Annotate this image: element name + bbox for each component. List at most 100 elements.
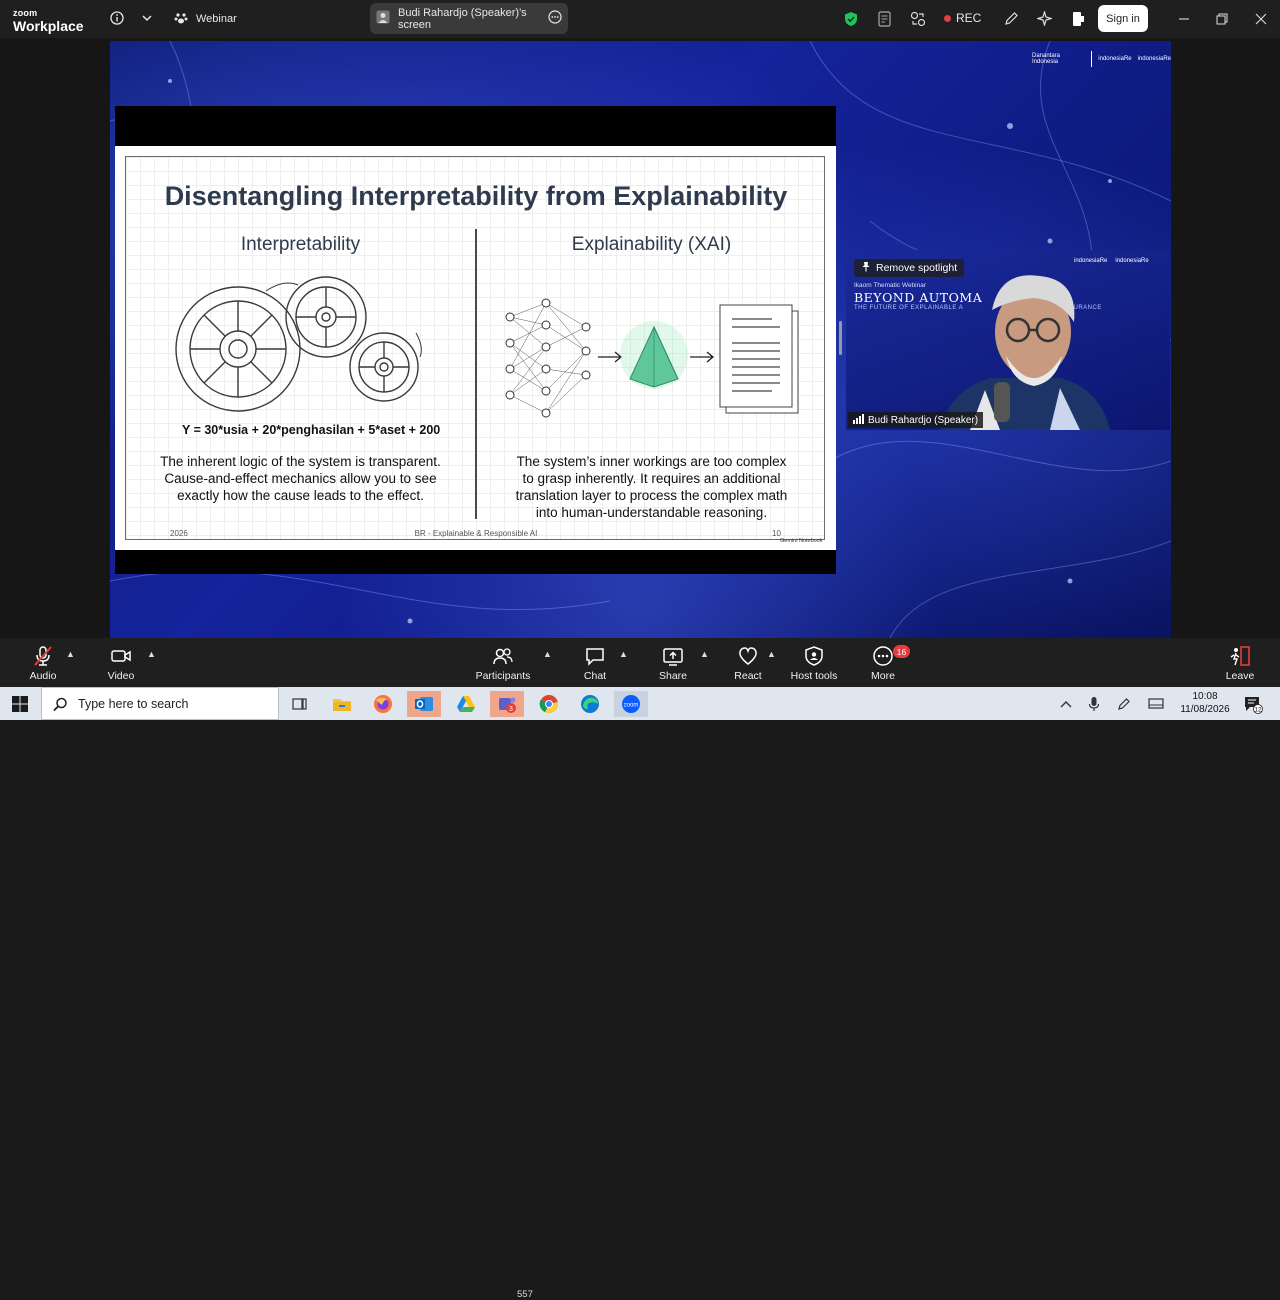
windows-start-icon[interactable] bbox=[3, 691, 37, 717]
left-body-line-1: The inherent logic of the system is tran… bbox=[160, 454, 441, 469]
leave-button[interactable]: Leave bbox=[1225, 645, 1255, 682]
zoom-app-icon[interactable]: zoom bbox=[614, 691, 648, 717]
chrome-icon[interactable] bbox=[532, 691, 566, 717]
chevron-down-icon[interactable] bbox=[140, 10, 154, 26]
react-options-caret[interactable]: ▲ bbox=[767, 649, 776, 659]
interpretability-heading: Interpretability bbox=[240, 234, 361, 255]
show-hidden-icons-caret[interactable] bbox=[1052, 691, 1080, 717]
share-options-caret[interactable]: ▲ bbox=[700, 649, 709, 659]
pen-tray-icon[interactable] bbox=[1111, 691, 1137, 717]
pin-icon bbox=[861, 261, 871, 275]
search-placeholder: Type here to search bbox=[78, 696, 189, 711]
right-body-line-1: The system’s inner workings are too comp… bbox=[516, 454, 787, 469]
notes-icon[interactable] bbox=[877, 10, 894, 27]
more-dots-icon bbox=[873, 646, 893, 666]
participants-button[interactable]: Participants bbox=[474, 645, 532, 682]
danantara-logo: Danantara Indonesia bbox=[1032, 53, 1061, 65]
notebook-watermark: Gemini Notebook bbox=[780, 538, 823, 544]
speaker-video-tile[interactable]: indonesiaRe indonesiaRe Ikaom Thematic W… bbox=[846, 250, 1170, 430]
video-options-caret[interactable]: ▲ bbox=[147, 649, 156, 659]
share-screen-icon bbox=[663, 648, 683, 666]
layout-switch-icon[interactable] bbox=[909, 10, 926, 27]
gears-icon bbox=[175, 276, 422, 412]
speaker-logo-2: indonesiaRe bbox=[1115, 258, 1149, 264]
meeting-controls-toolbar: Audio ▲ Video ▲ Participants 557 ▲ Chat … bbox=[0, 638, 1280, 1300]
taskbar-search-box[interactable]: Type here to search bbox=[41, 687, 279, 720]
microphone-tray-icon[interactable] bbox=[1081, 691, 1107, 717]
video-button[interactable]: Video bbox=[106, 645, 136, 682]
google-drive-icon[interactable] bbox=[449, 691, 483, 717]
sign-in-button[interactable]: Sign in bbox=[1098, 5, 1148, 32]
rec-dot-icon bbox=[944, 14, 951, 22]
ai-companion-icon[interactable] bbox=[1036, 10, 1053, 27]
svg-text:zoom: zoom bbox=[624, 703, 639, 709]
muted-mic-icon bbox=[34, 646, 52, 666]
webinar-indicator[interactable]: Webinar bbox=[174, 10, 237, 28]
left-body-line-2: Cause-and-effect mechanics allow you to … bbox=[164, 471, 437, 486]
firefox-icon[interactable] bbox=[366, 691, 400, 717]
file-explorer-icon[interactable] bbox=[325, 691, 359, 717]
speaker-logo-1: indonesiaRe bbox=[1074, 258, 1108, 264]
device-icon[interactable] bbox=[1069, 10, 1086, 27]
chat-button[interactable]: Chat bbox=[582, 645, 608, 682]
left-body-line-3: exactly how the cause leads to the effec… bbox=[177, 488, 424, 503]
audio-button[interactable]: Audio bbox=[28, 645, 58, 682]
annotate-pen-icon[interactable] bbox=[1003, 10, 1020, 27]
more-notification-badge: 16 bbox=[893, 645, 910, 658]
share-button[interactable]: Share bbox=[658, 645, 688, 682]
clock-time: 10:08 bbox=[1192, 691, 1218, 702]
outlook-icon[interactable] bbox=[407, 691, 441, 717]
right-body-line-3: translation layer to process the complex… bbox=[515, 488, 788, 503]
chat-options-caret[interactable]: ▲ bbox=[619, 649, 628, 659]
react-label: React bbox=[734, 670, 762, 682]
search-icon bbox=[53, 697, 68, 715]
speaker-bg-webinar-label: Ikaom Thematic Webinar bbox=[854, 282, 927, 289]
speaker-bg-logos: indonesiaRe indonesiaRe bbox=[1074, 258, 1149, 264]
remove-spotlight-button[interactable]: Remove spotlight bbox=[854, 259, 965, 277]
clock-date: 11/08/2026 bbox=[1180, 704, 1230, 715]
right-body-line-4: into human-understandable reasoning. bbox=[535, 505, 768, 520]
display-tray-icon[interactable] bbox=[1143, 691, 1169, 717]
leave-door-icon bbox=[1230, 646, 1250, 666]
brand-small: zoom bbox=[13, 8, 38, 18]
notifications-icon[interactable]: 12 bbox=[1240, 691, 1266, 717]
video-camera-icon bbox=[111, 650, 131, 662]
taskbar-clock[interactable]: 10:08 11/08/2026 bbox=[1175, 690, 1235, 716]
minimize-icon[interactable] bbox=[1176, 10, 1192, 27]
info-icon[interactable] bbox=[109, 10, 125, 26]
more-options-icon[interactable] bbox=[548, 10, 562, 27]
chat-bubble-icon bbox=[586, 648, 604, 666]
task-view-icon[interactable] bbox=[283, 691, 317, 717]
webinar-label: Webinar bbox=[196, 13, 237, 25]
security-shield-icon[interactable] bbox=[843, 10, 859, 27]
close-icon[interactable] bbox=[1253, 10, 1269, 27]
host-shield-icon bbox=[805, 646, 823, 666]
screen-share-avatar-icon bbox=[376, 10, 390, 27]
explainability-description: The system’s inner workings are too comp… bbox=[477, 453, 826, 521]
participants-icon bbox=[493, 648, 513, 665]
host-tools-label: Host tools bbox=[790, 670, 838, 682]
linear-formula: Y = 30*usia + 20*penghasilan + 5*aset + … bbox=[182, 423, 441, 437]
indonesiare-logo-2: indonesiaRe bbox=[1137, 56, 1171, 62]
participants-options-caret[interactable]: ▲ bbox=[543, 649, 552, 659]
host-tools-button[interactable]: Host tools bbox=[789, 645, 839, 682]
xai-pipeline-graphic bbox=[505, 298, 799, 418]
recording-indicator[interactable]: REC bbox=[944, 11, 981, 25]
zoom-workplace-logo: zoom Workplace bbox=[13, 8, 84, 34]
notification-count: 12 bbox=[1254, 707, 1262, 714]
paw-icon bbox=[174, 11, 188, 28]
panel-resize-handle[interactable] bbox=[839, 321, 842, 355]
audio-options-caret[interactable]: ▲ bbox=[66, 649, 75, 659]
signal-bars-icon bbox=[853, 413, 864, 427]
edge-icon[interactable] bbox=[573, 691, 607, 717]
slide-title: Disentangling Interpretability from Expl… bbox=[164, 181, 788, 211]
slide-footer-title: BR - Explainable & Responsible AI bbox=[414, 529, 538, 538]
screen-share-pill[interactable]: Budi Rahardjo (Speaker)'s screen bbox=[370, 3, 568, 34]
video-label: Video bbox=[107, 670, 135, 682]
teams-icon[interactable]: 3 bbox=[490, 691, 524, 717]
slide-frame: Disentangling Interpretability from Expl… bbox=[125, 156, 825, 540]
brand-large: Workplace bbox=[13, 18, 84, 34]
react-button[interactable]: React bbox=[733, 645, 763, 682]
partner-logos: Danantara Indonesia indonesiaRe indonesi… bbox=[1032, 51, 1171, 67]
restore-icon[interactable] bbox=[1214, 10, 1230, 27]
